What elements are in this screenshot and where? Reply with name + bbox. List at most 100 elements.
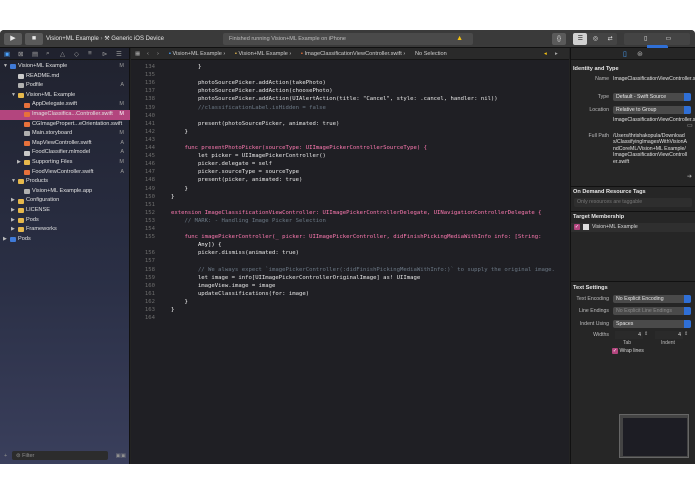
code-line[interactable]: 146 picker.delegate = self bbox=[131, 160, 569, 168]
code-line[interactable]: 154 bbox=[131, 225, 569, 233]
code-line[interactable]: 157 bbox=[131, 257, 569, 265]
standard-editor-icon[interactable]: ☰ bbox=[573, 33, 588, 45]
stepper-icon[interactable]: ⇕ bbox=[644, 331, 648, 337]
wrap-checkbox[interactable]: ✓ bbox=[612, 348, 618, 354]
navigator-toggle-icon[interactable]: ▯ bbox=[635, 33, 656, 45]
file-inspector-icon[interactable]: ▯ bbox=[623, 50, 627, 58]
code-line[interactable]: 148 present(picker, animated: true) bbox=[131, 176, 569, 184]
code-line[interactable]: 153 // MARK: - Handling Image Picker Sel… bbox=[131, 217, 569, 225]
code-line[interactable]: 137 photoSourcePicker.addAction(choosePh… bbox=[131, 87, 569, 95]
debug-icon[interactable]: ≡ bbox=[88, 50, 92, 57]
location-popup[interactable]: Relative to Group bbox=[613, 106, 691, 114]
type-popup[interactable]: Default - Swift Source bbox=[613, 93, 691, 101]
tree-row[interactable]: FoodViewController.swift A bbox=[0, 168, 130, 178]
endings-popup[interactable]: No Explicit Line Endings bbox=[613, 307, 691, 315]
scheme-selector[interactable]: Vision+ML Example › ⚒ Generic iOS Device bbox=[46, 33, 164, 45]
filter-options-icon[interactable]: ▣▣ bbox=[116, 451, 126, 461]
folder-icon[interactable]: ▭ bbox=[687, 122, 693, 129]
filter-input[interactable]: ⊜ Filter bbox=[12, 451, 108, 460]
report-icon[interactable]: ☰ bbox=[116, 50, 122, 58]
jump-crumb-project[interactable]: ▪ Vision+ML Example › bbox=[169, 48, 225, 60]
disclosure-closed-icon[interactable]: ▶ bbox=[3, 235, 7, 245]
split-editor-icon[interactable]: ▸ bbox=[555, 48, 558, 60]
jump-crumb-group[interactable]: ▪ Vision+ML Example › bbox=[235, 48, 291, 60]
disclosure-closed-icon[interactable]: ▶ bbox=[11, 216, 15, 226]
breakpoint-icon[interactable]: ⊳ bbox=[102, 50, 107, 58]
code-line[interactable]: 138 photoSourcePicker.addAction(UIAlertA… bbox=[131, 95, 569, 103]
tree-row[interactable]: Main.storyboard M bbox=[0, 129, 130, 139]
code-line[interactable]: 141 present(photoSourcePicker, animated:… bbox=[131, 120, 569, 128]
run-button[interactable]: ▶ bbox=[4, 33, 22, 45]
tree-row[interactable]: AppDelegate.swift M bbox=[0, 100, 130, 110]
tree-row[interactable]: ▶ Configuration bbox=[0, 196, 130, 206]
tree-row[interactable]: ▶ Frameworks bbox=[0, 225, 130, 235]
code-line[interactable]: 160 imageView.image = image bbox=[131, 282, 569, 290]
code-line[interactable]: 152 extension ImageClassificationViewCont… bbox=[131, 209, 569, 217]
code-line[interactable]: 158 // We always expect `imagePickerCont… bbox=[131, 266, 569, 274]
code-line[interactable]: 140 bbox=[131, 112, 569, 120]
back-icon[interactable]: ‹ bbox=[147, 48, 149, 60]
forward-icon[interactable]: › bbox=[157, 48, 159, 60]
tree-row[interactable]: ▶ LICENSE bbox=[0, 206, 130, 216]
tree-row[interactable]: ▼ Vision+ML Example bbox=[0, 91, 130, 101]
code-line[interactable]: 142 } bbox=[131, 128, 569, 136]
target-checkbox[interactable]: ✓ bbox=[574, 224, 580, 230]
jump-crumb-symbol[interactable]: No Selection bbox=[415, 48, 447, 60]
library-button[interactable]: {} bbox=[552, 33, 566, 45]
tree-row[interactable]: ▶ Pods bbox=[0, 235, 130, 245]
disclosure-open-icon[interactable]: ▼ bbox=[11, 91, 16, 101]
target-row[interactable]: ✓ Vision+ML Example bbox=[571, 223, 695, 232]
jump-crumb-file[interactable]: ▪ ImageClassificationViewController.swif… bbox=[301, 48, 405, 60]
indent-width-field[interactable]: 4 bbox=[655, 331, 683, 339]
wrap-lines-option[interactable]: ✓ Wrap lines bbox=[612, 348, 644, 354]
editor-mode-control[interactable]: ☰ ◎ ⇄ bbox=[573, 33, 617, 45]
tree-row[interactable]: ▼ Products bbox=[0, 177, 130, 187]
code-line[interactable]: 156 picker.dismiss(animated: true) bbox=[131, 249, 569, 257]
odr-tags-field[interactable]: Only resources are taggable bbox=[574, 198, 692, 207]
code-line[interactable]: 159 let image = info[UIImagePickerContro… bbox=[131, 274, 569, 282]
stepper-icon[interactable]: ⇕ bbox=[684, 331, 688, 337]
disclosure-open-icon[interactable]: ▼ bbox=[3, 62, 8, 72]
issue-icon[interactable]: △ bbox=[60, 50, 65, 58]
code-line[interactable]: 162 } bbox=[131, 298, 569, 306]
tree-row[interactable]: README.md bbox=[0, 72, 130, 82]
tree-row[interactable]: Vision+ML Example.app bbox=[0, 187, 130, 197]
tree-row[interactable]: ▼ Vision+ML Example M bbox=[0, 62, 130, 72]
tree-row[interactable]: ▶ Pods bbox=[0, 216, 130, 226]
code-line[interactable]: 135 bbox=[131, 71, 569, 79]
indent-popup[interactable]: Spaces bbox=[613, 320, 691, 328]
tab-width-field[interactable]: 4 bbox=[615, 331, 643, 339]
code-line[interactable]: 163} bbox=[131, 306, 569, 314]
disclosure-closed-icon[interactable]: ▶ bbox=[11, 206, 15, 216]
source-control-icon[interactable]: ⊠ bbox=[18, 50, 23, 58]
disclosure-closed-icon[interactable]: ▶ bbox=[17, 158, 21, 168]
view-toggles[interactable]: ▯ ▭ ▯ bbox=[624, 33, 690, 57]
help-icon[interactable]: ⊛ bbox=[637, 50, 643, 58]
code-line[interactable]: 150} bbox=[131, 193, 569, 201]
code-line[interactable]: 164 bbox=[131, 314, 569, 322]
test-icon[interactable]: ◇ bbox=[74, 50, 79, 58]
stop-button[interactable]: ■ bbox=[25, 33, 43, 45]
debug-toggle-icon[interactable]: ▭ bbox=[658, 33, 679, 45]
name-field[interactable]: ImageClassificationViewController.swift bbox=[613, 76, 695, 82]
symbol-icon[interactable]: ▤ bbox=[32, 50, 38, 58]
code-line[interactable]: 147 picker.sourceType = sourceType bbox=[131, 168, 569, 176]
assistant-editor-icon[interactable]: ◎ bbox=[589, 33, 602, 45]
warning-icon[interactable]: ▲ bbox=[456, 33, 463, 45]
code-line[interactable]: 139 //classificationLabel.isHidden = fal… bbox=[131, 104, 569, 112]
tree-row[interactable]: ▶ Supporting Files M bbox=[0, 158, 130, 168]
tree-row[interactable]: FoodClassifier.mlmodel A bbox=[0, 148, 130, 158]
warning-icon[interactable]: ◂ bbox=[544, 48, 547, 60]
version-editor-icon[interactable]: ⇄ bbox=[604, 33, 617, 45]
encoding-popup[interactable]: No Explicit Encoding bbox=[613, 295, 691, 303]
add-icon[interactable]: + bbox=[4, 451, 7, 461]
folder-icon[interactable]: ▣ bbox=[4, 50, 10, 58]
tree-row-selected[interactable]: ImageClassifica...Controller.swift M bbox=[0, 109, 130, 120]
code-line[interactable]: 149 } bbox=[131, 185, 569, 193]
code-line[interactable]: 161 updateClassifications(for: image) bbox=[131, 290, 569, 298]
tree-row[interactable]: CGImagePropert...eOrientation.swift bbox=[0, 120, 130, 130]
code-line[interactable]: 151 bbox=[131, 201, 569, 209]
disclosure-closed-icon[interactable]: ▶ bbox=[11, 225, 15, 235]
search-icon[interactable]: ⌕ bbox=[46, 50, 50, 58]
code-line[interactable]: 155 func imagePickerController(_ picker:… bbox=[131, 233, 569, 241]
